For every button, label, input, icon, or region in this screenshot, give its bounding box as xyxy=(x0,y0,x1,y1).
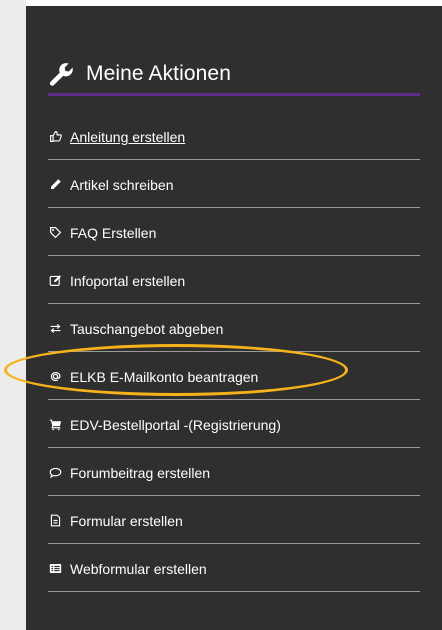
tag-icon xyxy=(48,226,62,240)
menu-item-label: Infoportal erstellen xyxy=(70,272,186,289)
at-icon xyxy=(48,370,62,384)
menu-item-formular[interactable]: Formular erstellen xyxy=(48,496,420,544)
file-text-icon xyxy=(48,514,62,528)
pencil-icon xyxy=(48,178,62,192)
menu-item-label: FAQ Erstellen xyxy=(70,224,157,241)
cart-icon xyxy=(48,418,62,432)
menu-item-artikel[interactable]: Artikel schreiben xyxy=(48,160,420,208)
wrench-icon xyxy=(48,61,74,87)
menu-item-email[interactable]: ELKB E-Mailkonto beantragen xyxy=(48,352,420,400)
menu-item-label: Tauschangebot abgeben xyxy=(70,320,224,337)
edit-icon xyxy=(48,274,62,288)
page-left-gutter xyxy=(0,0,26,630)
menu-item-faq[interactable]: FAQ Erstellen xyxy=(48,208,420,256)
menu-item-infoportal[interactable]: Infoportal erstellen xyxy=(48,256,420,304)
menu-item-label[interactable]: Anleitung erstellen xyxy=(70,129,185,145)
list-alt-icon xyxy=(48,562,62,576)
menu-item-forum[interactable]: Forumbeitrag erstellen xyxy=(48,448,420,496)
panel-header: Meine Aktionen xyxy=(48,58,420,96)
thumbs-up-icon xyxy=(48,130,62,144)
panel-title: Meine Aktionen xyxy=(86,61,231,85)
menu-item-anleitung[interactable]: Anleitung erstellen xyxy=(48,112,420,160)
menu-item-tauschangebot[interactable]: Tauschangebot abgeben xyxy=(48,304,420,352)
menu-item-label: ELKB E-Mailkonto beantragen xyxy=(70,368,259,385)
exchange-icon xyxy=(48,322,62,336)
menu-item-label: Webformular erstellen xyxy=(70,560,207,577)
menu-item-edv[interactable]: EDV-Bestellportal -(Registrierung) xyxy=(48,400,420,448)
actions-menu: Anleitung erstellen Artikel schreiben FA… xyxy=(48,112,420,592)
menu-item-webformular[interactable]: Webformular erstellen xyxy=(48,544,420,592)
menu-item-label: EDV-Bestellportal -(Registrierung) xyxy=(70,416,281,433)
menu-item-label: Formular erstellen xyxy=(70,512,183,529)
panel-top-edge xyxy=(26,0,442,6)
menu-item-label: Forumbeitrag erstellen xyxy=(70,464,211,481)
menu-item-label: Artikel schreiben xyxy=(70,176,174,193)
comments-icon xyxy=(48,466,62,480)
